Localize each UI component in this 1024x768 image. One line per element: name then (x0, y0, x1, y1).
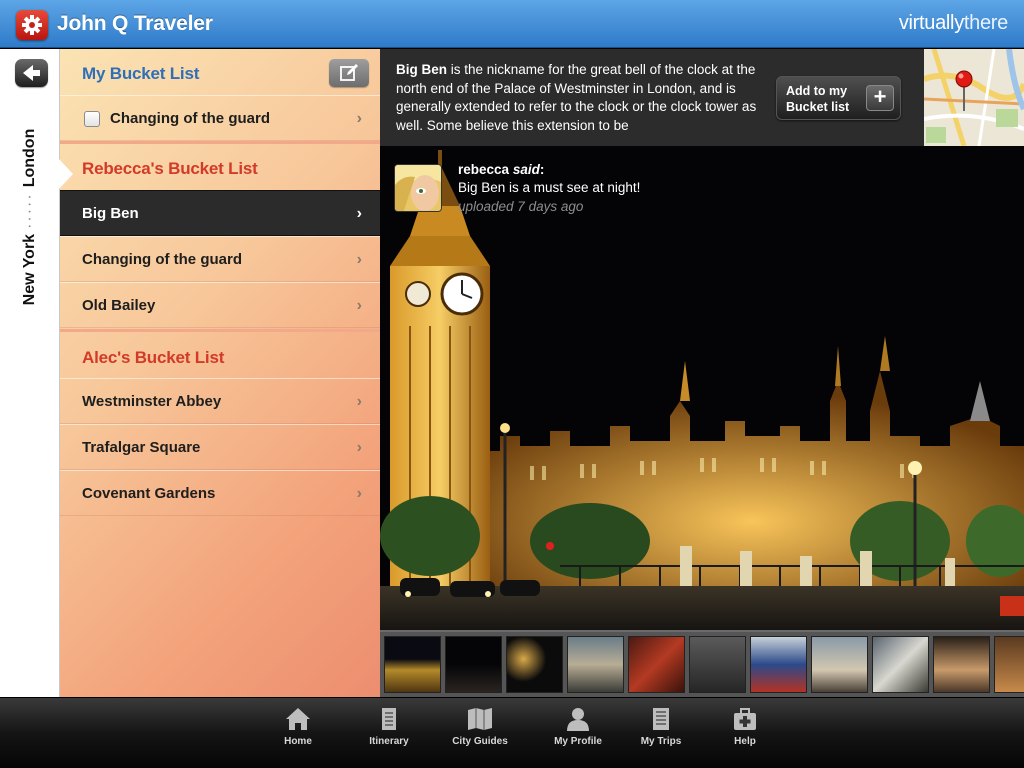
gear-icon[interactable] (16, 10, 48, 40)
origin-city: New York (21, 233, 38, 306)
tab-label: My Profile (554, 736, 602, 747)
comment-author: rebecca said: (458, 162, 544, 177)
back-arrow-icon[interactable] (15, 59, 48, 87)
itinerary-icon (382, 708, 396, 730)
thumbnail[interactable] (445, 636, 502, 693)
thumbnail[interactable] (567, 636, 624, 693)
trip-route[interactable]: New York ····· London (21, 129, 39, 306)
tab-label: City Guides (452, 736, 508, 747)
chevron-right-icon: › (356, 251, 362, 268)
location-rail: New York ····· London (0, 49, 60, 697)
section-divider (60, 329, 380, 332)
rebecca-bucket-list-title: Rebecca's Bucket List (82, 159, 258, 178)
list-item-changing-guard[interactable]: Changing of the guard › (60, 236, 380, 282)
app-title: John Q Traveler (57, 12, 213, 35)
thumbnail[interactable] (750, 636, 807, 693)
tab-my-profile[interactable]: My Profile (538, 706, 618, 756)
attraction-name: Big Ben (396, 62, 448, 77)
thumbnail[interactable] (506, 636, 563, 693)
destination-city: London (21, 128, 38, 188)
tab-help[interactable]: Help (705, 706, 785, 756)
thumbnail[interactable] (384, 636, 441, 693)
alec-bucket-list-header: Alec's Bucket List (60, 333, 380, 379)
thumbnail[interactable] (811, 636, 868, 693)
attraction-description: Big Ben is the nickname for the great be… (396, 61, 758, 135)
list-item-label: Big Ben (82, 205, 139, 222)
comment-colon: : (539, 162, 545, 177)
map-pin-icon[interactable] (924, 49, 1024, 146)
bucket-list-panel: My Bucket List Changing of the guard › R… (59, 49, 380, 697)
add-to-bucket-list-button[interactable]: Add to my Bucket list + (776, 76, 901, 120)
thumbnail[interactable] (933, 636, 990, 693)
tab-label: Itinerary (369, 736, 409, 747)
list-item-label: Changing of the guard (110, 110, 270, 127)
brand-part-1: virtually (898, 12, 964, 34)
list-item-trafalgar-square[interactable]: Trafalgar Square › (60, 424, 380, 470)
add-button-label: Add to my Bucket list (786, 84, 850, 114)
tab-label: Help (734, 736, 756, 747)
thumbnail[interactable] (872, 636, 929, 693)
chevron-right-icon: › (356, 485, 362, 502)
big-ben-photo (380, 146, 1024, 630)
list-item-label: Westminster Abbey (82, 393, 222, 410)
comment-timestamp: uploaded 7 days ago (458, 199, 584, 214)
list-item-label: Covenant Gardens (82, 485, 216, 502)
list-item-label: Changing of the guard (82, 251, 242, 268)
city-guides-icon (468, 708, 492, 730)
tab-city-guides[interactable]: City Guides (440, 706, 520, 756)
my-list-item-changing-guard[interactable]: Changing of the guard › (60, 95, 380, 141)
chevron-right-icon: › (356, 297, 362, 314)
tab-label: Home (284, 736, 312, 747)
alec-bucket-list-title: Alec's Bucket List (82, 348, 225, 367)
photo-thumbnail-strip (380, 630, 1024, 697)
rebecca-bucket-list-header: Rebecca's Bucket List (60, 144, 380, 190)
list-item-big-ben[interactable]: Big Ben › (60, 190, 380, 236)
tab-label: My Trips (640, 736, 682, 747)
comment-verb: said (512, 162, 540, 177)
tab-my-trips[interactable]: My Trips (621, 706, 701, 756)
attraction-description-text: is the nickname for the great bell of th… (396, 62, 757, 133)
chevron-right-icon: › (356, 110, 362, 127)
bottom-tab-bar: Home Itinerary City Guides My Profile My… (0, 697, 1024, 768)
compose-icon[interactable] (329, 59, 369, 87)
home-icon (286, 708, 310, 730)
route-separator: ····· (21, 192, 38, 229)
chevron-right-icon: › (356, 205, 362, 222)
profile-icon (567, 708, 589, 731)
checkbox[interactable] (84, 111, 100, 127)
thumbnail[interactable] (628, 636, 685, 693)
my-bucket-list-header: My Bucket List (60, 49, 380, 95)
tab-itinerary[interactable]: Itinerary (349, 706, 429, 756)
list-item-westminster-abbey[interactable]: Westminster Abbey › (60, 378, 380, 424)
attraction-info-bar: Big Ben is the nickname for the great be… (380, 49, 924, 146)
attraction-photo[interactable]: rebecca said: Big Ben is a must see at n… (380, 146, 1024, 630)
brand-logo: virtuallythere (899, 12, 1008, 35)
list-item-label: Old Bailey (82, 297, 156, 314)
list-item-label: Trafalgar Square (82, 439, 201, 456)
chevron-right-icon: › (356, 393, 362, 410)
my-bucket-list-title: My Bucket List (82, 64, 200, 83)
chevron-right-icon: › (356, 439, 362, 456)
photo-comment: rebecca said: Big Ben is a must see at n… (394, 162, 814, 214)
avatar[interactable] (394, 164, 442, 212)
comment-text: Big Ben is a must see at night! (458, 180, 641, 195)
help-icon (734, 708, 756, 730)
app-header: John Q Traveler virtuallythere (0, 0, 1024, 48)
tab-home[interactable]: Home (258, 706, 338, 756)
brand-part-2: there (963, 12, 1008, 34)
comment-user[interactable]: rebecca (458, 162, 509, 177)
thumbnail[interactable] (994, 636, 1024, 693)
plus-icon: + (866, 85, 894, 111)
trips-icon (653, 708, 669, 730)
list-item-old-bailey[interactable]: Old Bailey › (60, 282, 380, 328)
list-item-covenant-gardens[interactable]: Covenant Gardens › (60, 470, 380, 516)
thumbnail[interactable] (689, 636, 746, 693)
